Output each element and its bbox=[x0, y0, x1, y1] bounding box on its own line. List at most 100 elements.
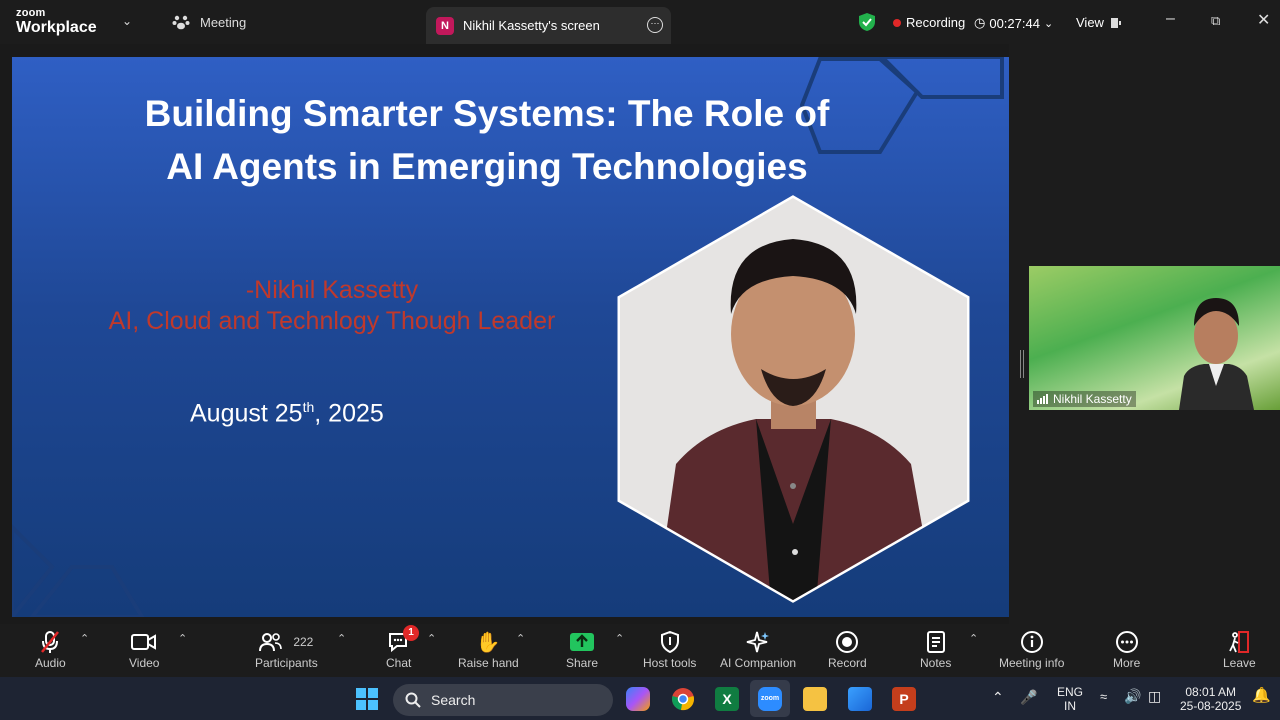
notes-label: Notes bbox=[920, 656, 952, 670]
ai-companion-label: AI Companion bbox=[720, 656, 797, 670]
share-options-caret[interactable]: ⌃ bbox=[615, 632, 624, 645]
participant-video-tile[interactable]: Nikhil Kassetty bbox=[1029, 266, 1280, 410]
copilot-icon[interactable] bbox=[626, 687, 650, 711]
resize-handle[interactable] bbox=[1020, 350, 1024, 378]
taskbar-search[interactable]: Search bbox=[393, 684, 613, 716]
shield-icon bbox=[660, 628, 680, 656]
volume-icon[interactable]: 🔊 bbox=[1124, 689, 1141, 703]
participants-count: 222 bbox=[293, 635, 314, 649]
more-label: More bbox=[1113, 656, 1141, 670]
leave-label: Leave bbox=[1223, 656, 1256, 670]
wifi-icon[interactable]: ≈ bbox=[1100, 690, 1107, 704]
view-label: View bbox=[1076, 15, 1104, 30]
tray-date: 25-08-2025 bbox=[1180, 699, 1242, 713]
restore-icon[interactable]: ⧉ bbox=[1211, 13, 1220, 29]
tab-avatar: N bbox=[436, 16, 454, 35]
view-layout-icon bbox=[1110, 17, 1121, 28]
clock-tray[interactable]: 08:01 AM 25-08-2025 bbox=[1180, 685, 1241, 713]
notes-icon bbox=[925, 628, 947, 656]
share-screen-icon bbox=[569, 628, 595, 656]
shared-screen-slide: Building Smarter Systems: The Role of AI… bbox=[12, 57, 1009, 617]
record-label: Record bbox=[828, 656, 867, 670]
recording-dot-icon bbox=[893, 18, 901, 27]
clock-icon: ◷ bbox=[974, 15, 986, 30]
shield-check-icon[interactable] bbox=[858, 12, 876, 32]
windows-taskbar: Search X zoom P ⌃ 🎤 ENG IN ≈ 🔊 ◫ 08:01 A… bbox=[0, 677, 1280, 720]
tab-shared-screen[interactable]: N Nikhil Kassetty's screen ··· bbox=[426, 7, 671, 44]
raise-hand-button[interactable]: ✋ Raise hand bbox=[458, 628, 519, 671]
meeting-timer[interactable]: ◷ 00:27:44 ⌄ bbox=[974, 15, 1053, 31]
video-options-caret[interactable]: ⌃ bbox=[178, 632, 187, 645]
zoom-app-icon[interactable]: zoom bbox=[758, 687, 782, 711]
audio-label: Audio bbox=[35, 656, 66, 670]
search-label: Search bbox=[431, 692, 476, 708]
battery-icon[interactable]: ◫ bbox=[1148, 689, 1161, 703]
notes-options-caret[interactable]: ⌃ bbox=[969, 632, 978, 645]
share-label: Share bbox=[566, 656, 599, 670]
chat-unread-badge: 1 bbox=[403, 625, 419, 641]
notes-button[interactable]: Notes bbox=[920, 628, 951, 670]
sparkle-icon bbox=[746, 628, 770, 656]
meeting-toolbar: Audio ⌃ Video ⌃ 222 Participants ⌃ Chat … bbox=[0, 624, 1280, 677]
slide-date: August 25th, 2025 bbox=[190, 399, 384, 428]
participants-icon: 222 bbox=[259, 628, 313, 656]
author-role: AI, Cloud and Technlogy Though Leader bbox=[108, 307, 556, 335]
signal-bars-icon bbox=[1037, 394, 1048, 404]
close-icon[interactable]: ✕ bbox=[1257, 10, 1270, 30]
hand-icon: ✋ bbox=[475, 631, 501, 654]
more-button[interactable]: More bbox=[1113, 628, 1140, 670]
video-camera-icon bbox=[131, 628, 157, 656]
participant-video-feed bbox=[1179, 298, 1254, 410]
view-button[interactable]: View bbox=[1076, 15, 1122, 30]
share-button[interactable]: Share bbox=[566, 628, 598, 670]
participants-button[interactable]: 222 Participants bbox=[255, 628, 318, 670]
chat-options-caret[interactable]: ⌃ bbox=[427, 632, 436, 645]
record-button[interactable]: Record bbox=[828, 628, 867, 670]
chevron-up-icon[interactable]: ⌃ bbox=[992, 690, 1004, 704]
participant-name-tag: Nikhil Kassetty bbox=[1033, 391, 1136, 407]
language-indicator[interactable]: ENG IN bbox=[1057, 685, 1083, 713]
windows-start-icon[interactable] bbox=[356, 688, 378, 710]
raise-hand-options-caret[interactable]: ⌃ bbox=[516, 632, 525, 645]
leave-button[interactable]: Leave bbox=[1223, 628, 1256, 670]
logo-line-1: zoom bbox=[16, 7, 46, 19]
chrome-icon[interactable] bbox=[671, 687, 695, 711]
recording-indicator[interactable]: Recording bbox=[893, 15, 965, 30]
audio-button[interactable]: Audio bbox=[35, 628, 66, 670]
author-name: -Nikhil Kassetty bbox=[245, 276, 419, 304]
audio-options-caret[interactable]: ⌃ bbox=[80, 632, 89, 645]
zoom-workplace-logo[interactable]: zoom Workplace bbox=[16, 8, 97, 36]
video-button[interactable]: Video bbox=[129, 628, 159, 670]
tab-title: Nikhil Kassetty's screen bbox=[463, 18, 600, 33]
meeting-menu[interactable]: Meeting bbox=[172, 14, 246, 30]
paw-icon bbox=[172, 15, 190, 30]
file-explorer-icon[interactable] bbox=[803, 687, 827, 711]
powerpoint-icon[interactable]: P bbox=[892, 687, 916, 711]
photos-icon[interactable] bbox=[848, 687, 872, 711]
date-prefix: August 25 bbox=[190, 399, 303, 428]
logo-line-2: Workplace bbox=[16, 19, 97, 36]
language-code: ENG bbox=[1057, 685, 1084, 699]
ai-companion-button[interactable]: AI Companion bbox=[720, 628, 796, 670]
participant-name: Nikhil Kassetty bbox=[1053, 392, 1132, 406]
region-code: IN bbox=[1064, 699, 1076, 713]
chevron-down-icon[interactable]: ⌄ bbox=[122, 14, 132, 28]
date-suffix: , 2025 bbox=[314, 399, 384, 428]
excel-icon[interactable]: X bbox=[715, 687, 739, 711]
microphone-tray-icon[interactable]: 🎤 bbox=[1020, 690, 1037, 704]
leave-icon bbox=[1227, 628, 1251, 656]
speaker-photo bbox=[617, 195, 970, 603]
minimize-icon[interactable]: – bbox=[1166, 10, 1175, 28]
chat-label: Chat bbox=[386, 656, 412, 670]
slide-title: Building Smarter Systems: The Role of AI… bbox=[72, 87, 902, 193]
participants-options-caret[interactable]: ⌃ bbox=[337, 632, 346, 645]
slide-author: -Nikhil Kassetty AI, Cloud and Technlogy… bbox=[62, 275, 602, 337]
notification-bell-icon[interactable]: 🔔 bbox=[1252, 688, 1271, 703]
video-label: Video bbox=[129, 656, 160, 670]
meeting-info-button[interactable]: Meeting info bbox=[999, 628, 1064, 670]
participants-label: Participants bbox=[255, 656, 318, 670]
host-tools-button[interactable]: Host tools bbox=[643, 628, 696, 670]
more-options-icon[interactable]: ··· bbox=[647, 17, 663, 33]
slide-title-line-1: Building Smarter Systems: The Role of bbox=[144, 93, 830, 134]
host-tools-label: Host tools bbox=[643, 656, 697, 670]
